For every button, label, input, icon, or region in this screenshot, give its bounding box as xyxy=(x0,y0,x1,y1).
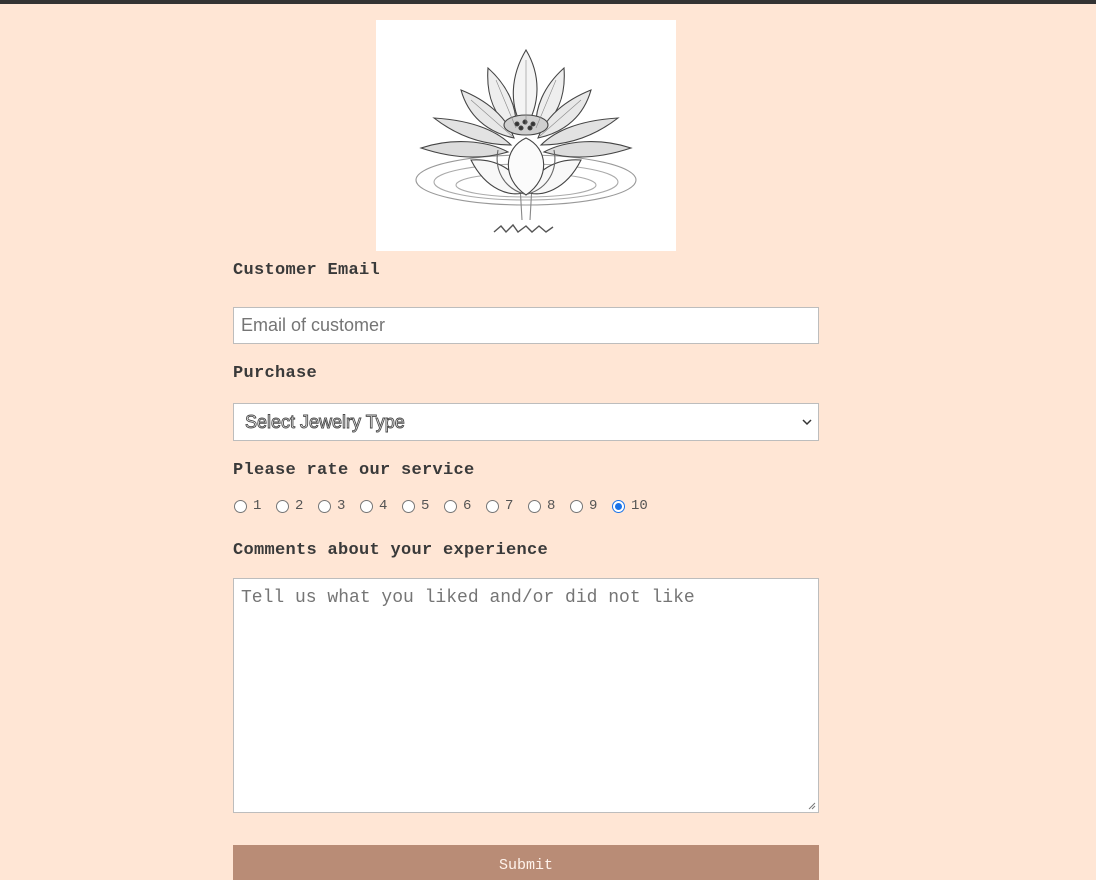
rating-option-3[interactable]: 3 xyxy=(317,496,359,516)
resize-handle-icon[interactable] xyxy=(808,802,816,810)
rating-option-label: 9 xyxy=(589,498,598,514)
rating-option-1[interactable]: 1 xyxy=(233,496,275,516)
rating-radio[interactable] xyxy=(444,499,457,513)
rating-radio[interactable] xyxy=(276,499,289,513)
rating-radio[interactable] xyxy=(234,499,247,513)
rating-option-label: 4 xyxy=(379,498,388,514)
select-value: Select Jewelry Type xyxy=(245,412,406,433)
rating-group: 1 2 3 4 5 6 7 8 9 10 xyxy=(233,496,819,516)
email-label: Customer Email xyxy=(233,261,381,280)
rating-radio[interactable] xyxy=(570,499,583,513)
comments-textarea[interactable]: Tell us what you liked and/or did not li… xyxy=(233,578,819,813)
rating-option-2[interactable]: 2 xyxy=(275,496,317,516)
feedback-form: Customer Email Purchase Select Jewelry T… xyxy=(233,260,819,880)
jewelry-type-select[interactable]: Select Jewelry Type xyxy=(233,403,819,441)
rating-option-8[interactable]: 8 xyxy=(527,496,569,516)
rating-option-10[interactable]: 10 xyxy=(611,496,661,516)
rating-radio[interactable] xyxy=(486,499,499,513)
rating-radio[interactable] xyxy=(318,499,331,513)
rating-option-7[interactable]: 7 xyxy=(485,496,527,516)
rating-option-label: 7 xyxy=(505,498,514,514)
email-field[interactable] xyxy=(233,307,819,344)
rating-radio[interactable] xyxy=(402,499,415,513)
rating-option-label: 2 xyxy=(295,498,304,514)
rating-option-4[interactable]: 4 xyxy=(359,496,401,516)
rating-option-label: 8 xyxy=(547,498,556,514)
rating-option-6[interactable]: 6 xyxy=(443,496,485,516)
rating-radio[interactable] xyxy=(360,499,373,513)
comments-label: Comments about your experience xyxy=(233,541,549,560)
rating-option-label: 5 xyxy=(421,498,430,514)
chevron-down-icon xyxy=(802,419,812,426)
purchase-label: Purchase xyxy=(233,364,318,383)
rating-option-5[interactable]: 5 xyxy=(401,496,443,516)
lotus-flower-icon xyxy=(415,48,637,234)
submit-button[interactable]: Submit xyxy=(233,845,819,880)
rating-option-label: 3 xyxy=(337,498,346,514)
rating-radio[interactable] xyxy=(528,499,541,513)
window-top-edge xyxy=(0,0,1096,4)
rating-option-label: 10 xyxy=(631,498,648,514)
rating-option-label: 1 xyxy=(253,498,262,514)
rating-label: Please rate our service xyxy=(233,461,475,480)
rating-radio-selected[interactable] xyxy=(612,499,625,513)
comments-placeholder: Tell us what you liked and/or did not li… xyxy=(241,588,695,608)
rating-option-label: 6 xyxy=(463,498,472,514)
rating-option-9[interactable]: 9 xyxy=(569,496,611,516)
lotus-logo xyxy=(376,20,676,251)
